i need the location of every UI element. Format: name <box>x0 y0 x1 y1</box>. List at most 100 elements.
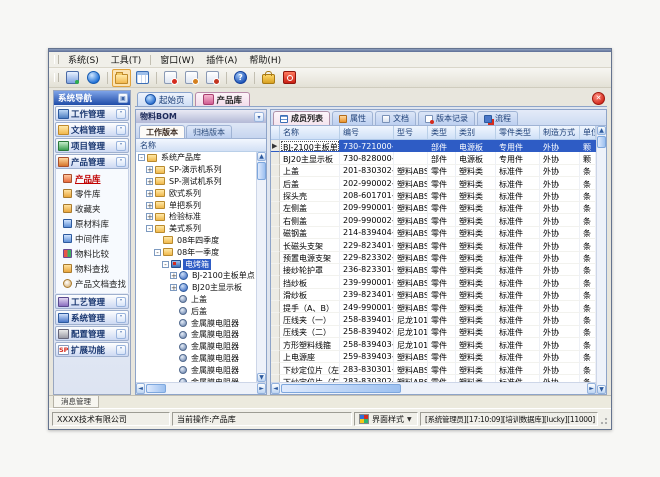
toolbar-help-button[interactable]: ? <box>231 69 250 87</box>
tree-hscroll-thumb[interactable] <box>146 384 166 393</box>
table-row[interactable]: ▶BJ-2100主板单点730-721000-12E部件电源板专用件外协颗 <box>271 140 596 152</box>
tree-node-电烤箱[interactable]: -电烤箱 <box>136 258 256 270</box>
table-row[interactable]: 上盖201-830302-00E塑料ABS零件塑料类标准件外协条 <box>271 165 596 177</box>
tree-column-header[interactable]: 名称 <box>136 139 266 152</box>
tree-node-SP-演示机系列[interactable]: +SP-演示机系列 <box>136 164 256 176</box>
chevron-down-icon[interactable]: ˅ <box>116 109 126 119</box>
nav-collapse-button[interactable]: ▣ <box>118 93 128 103</box>
tree-node-上盖[interactable]: 上盖 <box>136 294 256 306</box>
grid-vertical-scrollbar[interactable]: ▲ ▼ <box>596 126 606 394</box>
table-row[interactable]: 上电源座259-839403-00E塑料ABS零件塑料类标准件外协条 <box>271 351 596 363</box>
column-header-型号[interactable]: 型号 <box>394 126 428 139</box>
bom-tab-工作版本[interactable]: 工作版本 <box>139 125 185 138</box>
scroll-up-icon[interactable]: ▲ <box>257 152 266 161</box>
table-row[interactable]: 提手（A、B）249-990001-01E塑料ABS零件塑料类标准件外协条 <box>271 301 596 313</box>
menu-item-2[interactable]: 窗口(W) <box>154 52 200 67</box>
collapse-icon[interactable]: - <box>162 261 169 268</box>
tree-node-08年一季度[interactable]: -08年一季度 <box>136 246 256 258</box>
table-row[interactable]: 接纱轮护罩236-823301-00E塑料ABS零件塑料类标准件外协条 <box>271 264 596 276</box>
scroll-down-icon[interactable]: ▼ <box>257 373 266 382</box>
column-header-名称[interactable]: 名称 <box>280 126 340 139</box>
tree-node-后盖[interactable]: 后盖 <box>136 305 256 317</box>
column-header-零件类型[interactable]: 零件类型 <box>496 126 540 139</box>
collapse-icon[interactable]: - <box>154 249 161 256</box>
table-row[interactable]: 磁钢盖214-839404-01E塑料ABS零件塑料类标准件外协条 <box>271 227 596 239</box>
sidebar-item-产品文档查找[interactable]: 产品文档查找 <box>56 276 128 291</box>
tree-node-欧式系列[interactable]: +欧式系列 <box>136 187 256 199</box>
sidebar-item-产品库[interactable]: 产品库 <box>56 171 128 186</box>
tree-node-检验标准[interactable]: +检验标准 <box>136 211 256 223</box>
member-tab-版本记录[interactable]: 版本记录 <box>418 111 475 125</box>
sidebar-section-项目管理[interactable]: 项目管理˅ <box>55 138 129 153</box>
tree-node-BJ-2100主板单点[interactable]: +BJ-2100主板单点 <box>136 270 256 282</box>
table-row[interactable]: 预置电源支架229-823302-00E塑料ABS零件塑料类标准件外协条 <box>271 252 596 264</box>
tab-产品库[interactable]: 产品库 <box>195 92 251 106</box>
toolbar-open-folder-button[interactable] <box>112 69 131 87</box>
table-row[interactable]: 后盖202-990002-01E塑料ABS零件塑料类标准件外协条 <box>271 177 596 189</box>
menu-item-1[interactable]: 工具(T) <box>105 52 148 67</box>
table-row[interactable]: 右侧盖209-990002-01E塑料ABS零件塑料类标准件外协条 <box>271 214 596 226</box>
expand-icon[interactable]: + <box>146 213 153 220</box>
sidebar-item-原材料库[interactable]: 原材料库 <box>56 216 128 231</box>
toolbar-exit-button[interactable] <box>280 69 299 87</box>
column-header-类型[interactable]: 类型 <box>428 126 456 139</box>
bom-tab-归档版本[interactable]: 归档版本 <box>186 125 232 138</box>
tree-node-金属膜电阻器[interactable]: 金属膜电阻器 <box>136 353 256 365</box>
expand-icon[interactable]: + <box>170 284 177 291</box>
table-row[interactable]: 压线夹（二）258-839402-00E尼龙1010零件塑料类标准件外协条 <box>271 326 596 338</box>
expand-icon[interactable]: + <box>146 202 153 209</box>
scroll-down-icon[interactable]: ▼ <box>597 385 606 394</box>
sidebar-section-文档管理[interactable]: 文档管理˅ <box>55 122 129 137</box>
collapse-icon[interactable]: - <box>138 154 145 161</box>
table-row[interactable]: 滑纱板239-823401-00E塑料ABS零件塑料类标准件外协条 <box>271 289 596 301</box>
expand-icon[interactable]: + <box>170 272 177 279</box>
member-tab-文档[interactable]: 文档 <box>375 111 416 125</box>
sidebar-item-零件库[interactable]: 零件库 <box>56 186 128 201</box>
expand-icon[interactable]: + <box>146 166 153 173</box>
scroll-right-icon[interactable]: ► <box>587 383 596 394</box>
toolbar-doc-close-button[interactable] <box>161 69 180 87</box>
sidebar-item-中间件库[interactable]: 中间件库 <box>56 231 128 246</box>
chevron-down-icon[interactable]: ˅ <box>116 141 126 151</box>
column-header-类别[interactable]: 类别 <box>456 126 496 139</box>
chevron-down-icon[interactable]: ˅ <box>116 313 126 323</box>
tree-node-系统产品库[interactable]: -系统产品库 <box>136 152 256 164</box>
table-row[interactable]: 左侧盖209-990001-01E塑料ABS零件塑料类标准件外协条 <box>271 202 596 214</box>
sidebar-item-物料查找[interactable]: 物料查找 <box>56 261 128 276</box>
sidebar-section-系统管理[interactable]: 系统管理˅ <box>55 310 129 325</box>
chevron-down-icon[interactable]: ˅ <box>116 297 126 307</box>
member-tab-属性[interactable]: 属性 <box>332 111 373 125</box>
column-header-编号[interactable]: 编号 <box>340 126 394 139</box>
toolbar-globe-button[interactable] <box>84 69 103 87</box>
tree-node-金属膜电阻器[interactable]: 金属膜电阻器 <box>136 376 256 382</box>
ui-style-dropdown[interactable]: 界面样式 ▼ <box>354 412 418 426</box>
column-header-制造方式[interactable]: 制造方式 <box>540 126 580 139</box>
table-row[interactable]: 长磁头支架229-823401-00E塑料ABS零件塑料类标准件外协条 <box>271 239 596 251</box>
tree-node-金属膜电阻器[interactable]: 金属膜电阻器 <box>136 317 256 329</box>
sidebar-item-收藏夹[interactable]: 收藏夹 <box>56 201 128 216</box>
expand-icon[interactable]: + <box>146 190 153 197</box>
tree-horizontal-scrollbar[interactable]: ◄ ► <box>136 382 266 394</box>
close-tab-icon[interactable]: ✕ <box>592 92 605 105</box>
table-row[interactable]: 探头壳208-601701-01E塑料ABS零件塑料类标准件外协条 <box>271 190 596 202</box>
toolbar-table-view-button[interactable] <box>133 69 152 87</box>
tree-node-美式系列[interactable]: -美式系列 <box>136 223 256 235</box>
table-row[interactable]: 下纱定位片（左）283-830301-00E塑料ABS零件塑料类标准件外协条 <box>271 363 596 375</box>
grid-hscroll-thumb[interactable] <box>281 384 401 393</box>
scroll-right-icon[interactable]: ► <box>257 383 266 394</box>
column-header-单位[interactable]: 单位 <box>580 126 596 139</box>
menu-item-4[interactable]: 帮助(H) <box>243 52 287 67</box>
table-row[interactable]: 挡纱板239-990001-01E塑料ABS零件塑料类标准件外协条 <box>271 276 596 288</box>
tree-node-BJ20主显示板[interactable]: +BJ20主显示板 <box>136 282 256 294</box>
sidebar-section-产品管理[interactable]: 产品管理˄ <box>55 154 129 169</box>
toolbar-monitor-button[interactable] <box>63 69 82 87</box>
sidebar-section-工作管理[interactable]: 工作管理˅ <box>55 106 129 121</box>
chevron-down-icon[interactable]: ˅ <box>116 345 126 355</box>
resize-grip[interactable] <box>600 413 608 425</box>
chevron-down-icon[interactable]: ˅ <box>116 329 126 339</box>
toolbar-doc-export-button[interactable] <box>203 69 222 87</box>
menu-item-0[interactable]: 系统(S) <box>62 52 105 67</box>
scroll-left-icon[interactable]: ◄ <box>136 383 145 394</box>
sidebar-item-物料比较[interactable]: 物料比较 <box>56 246 128 261</box>
grid-scroll-thumb[interactable] <box>597 136 606 148</box>
